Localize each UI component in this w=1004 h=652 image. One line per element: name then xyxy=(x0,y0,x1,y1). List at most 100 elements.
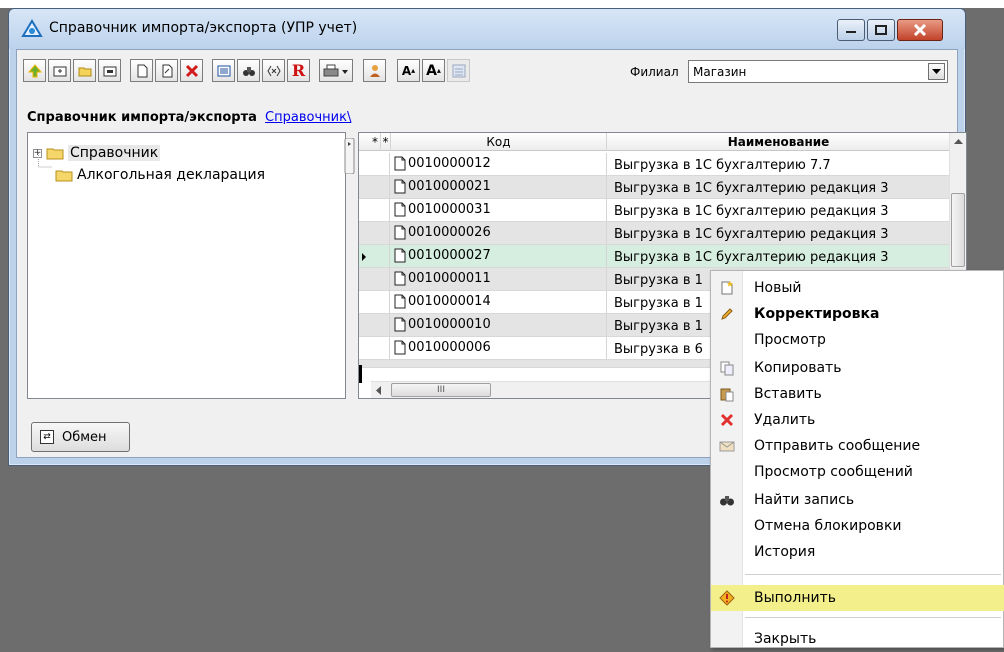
menu-item[interactable]: Закрыть xyxy=(711,626,1004,652)
close-window-button[interactable] xyxy=(897,19,943,41)
font-decrease-button[interactable]: A ▴ xyxy=(422,59,445,82)
row-mark-cell[interactable] xyxy=(370,314,390,337)
row-mark-cell[interactable] xyxy=(370,222,390,245)
menu-item[interactable]: История xyxy=(711,539,1004,565)
menu-item[interactable]: Отмена блокировки xyxy=(711,513,1004,539)
row-indicator xyxy=(359,176,370,199)
delete-icon xyxy=(185,64,198,77)
row-indicator xyxy=(359,314,370,337)
code-cell[interactable]: 0010000031 xyxy=(390,199,607,222)
table-row[interactable]: 0010000021 Выгрузка в 1С бухгалтерию реда… xyxy=(359,176,950,199)
table-row[interactable]: 0010000012 Выгрузка в 1С бухгалтерию 7.7 xyxy=(359,153,950,176)
code-cell[interactable]: 0010000014 xyxy=(390,291,607,314)
menu-item[interactable]: Новый xyxy=(711,275,1004,301)
menu-item[interactable]: Копировать xyxy=(711,355,1004,381)
new-record-button[interactable] xyxy=(130,59,153,82)
folder-icon xyxy=(55,170,73,182)
row-mark-cell[interactable] xyxy=(370,268,390,291)
code-cell[interactable]: 0010000027 xyxy=(390,245,607,268)
maximize-button[interactable] xyxy=(867,19,895,41)
arrow-up-green-icon xyxy=(27,63,42,77)
tree-item-alcohol-declaration[interactable]: Алкогольная декларация xyxy=(51,164,265,186)
menu-item-label: История xyxy=(754,544,816,560)
column-mark-1[interactable]: * xyxy=(370,133,381,151)
delete-button[interactable] xyxy=(180,59,203,82)
menu-item[interactable]: Найти запись xyxy=(711,487,1004,513)
user-button[interactable] xyxy=(363,59,386,82)
current-row-arrow-icon xyxy=(362,253,366,261)
name-cell[interactable]: Выгрузка в 1С бухгалтерию 7.7 xyxy=(612,155,950,176)
copy-icon xyxy=(719,360,735,376)
calculator-button[interactable] xyxy=(447,59,470,82)
table-row[interactable]: 0010000031 Выгрузка в 1С бухгалтерию реда… xyxy=(359,199,950,222)
print-button[interactable] xyxy=(319,59,353,82)
column-name[interactable]: Наименование xyxy=(607,133,950,151)
new-folder-button[interactable] xyxy=(48,59,71,82)
row-indicator xyxy=(359,291,370,314)
font-increase-button[interactable]: A ▴ xyxy=(397,59,420,82)
row-mark-cell[interactable] xyxy=(370,337,390,360)
menu-item-label: Новый xyxy=(754,280,802,296)
grid-header: * * Код Наименование xyxy=(359,133,950,151)
edit-folder-button[interactable] xyxy=(98,59,121,82)
horizontal-scroll-thumb[interactable]: III xyxy=(391,383,491,397)
menu-item-label: Просмотр xyxy=(754,332,826,348)
filial-value: Магазин xyxy=(693,65,747,79)
brackets-icon xyxy=(266,65,281,76)
vertical-scroll-thumb[interactable] xyxy=(951,193,965,267)
code-value: 0010000012 xyxy=(408,156,491,171)
table-row[interactable]: 0010000026 Выгрузка в 1С бухгалтерию реда… xyxy=(359,222,950,245)
list-view-button[interactable] xyxy=(212,59,235,82)
folder-add-icon xyxy=(53,66,66,76)
filter-button[interactable] xyxy=(262,59,285,82)
filial-select[interactable]: Магазин xyxy=(688,60,948,83)
name-cell[interactable]: Выгрузка в 1С бухгалтерию редакция 3 xyxy=(612,201,950,222)
app-icon xyxy=(21,19,43,37)
name-cell[interactable]: Выгрузка в 1С бухгалтерию редакция 3 xyxy=(612,178,950,199)
panel-splitter[interactable] xyxy=(344,138,356,174)
scroll-left-icon[interactable] xyxy=(373,383,385,398)
code-cell[interactable]: 0010000021 xyxy=(390,176,607,199)
menu-item[interactable]: Просмотр xyxy=(711,327,1004,353)
row-mark-cell[interactable] xyxy=(370,245,390,268)
row-mark-cell[interactable] xyxy=(370,153,390,176)
find-button[interactable] xyxy=(237,59,260,82)
menu-item-label: Найти запись xyxy=(754,492,855,508)
code-cell[interactable]: 0010000010 xyxy=(390,314,607,337)
title-bar[interactable]: Справочник импорта/экспорта (УПР учет) xyxy=(9,9,965,49)
menu-item[interactable]: Вставить xyxy=(711,381,1004,407)
menu-item[interactable]: Корректировка xyxy=(711,301,1004,327)
column-code[interactable]: Код xyxy=(391,133,607,151)
export-up-button[interactable] xyxy=(23,59,46,82)
document-icon xyxy=(137,64,147,77)
breadcrumb-link[interactable]: Справочник\ xyxy=(265,110,351,125)
table-row[interactable]: 0010000027 Выгрузка в 1С бухгалтерию реда… xyxy=(359,245,950,268)
code-cell[interactable]: 0010000012 xyxy=(390,153,607,176)
name-cell[interactable]: Выгрузка в 1С бухгалтерию редакция 3 xyxy=(612,247,950,268)
menu-item[interactable]: Выполнить xyxy=(711,585,1004,611)
edit-record-button[interactable] xyxy=(155,59,178,82)
row-mark-cell[interactable] xyxy=(370,291,390,314)
menu-item[interactable]: Удалить xyxy=(711,407,1004,433)
code-value: 0010000010 xyxy=(408,317,491,332)
code-cell[interactable]: 0010000006 xyxy=(390,337,607,360)
code-value: 0010000011 xyxy=(408,271,491,286)
report-button[interactable]: R xyxy=(287,59,310,82)
row-mark-cell[interactable] xyxy=(370,199,390,222)
code-cell[interactable]: 0010000011 xyxy=(390,268,607,291)
open-folder-button[interactable] xyxy=(73,59,96,82)
scroll-up-icon[interactable] xyxy=(951,135,966,149)
menu-item-label: Отмена блокировки xyxy=(754,518,902,534)
minimize-button[interactable] xyxy=(837,19,865,41)
name-cell[interactable]: Выгрузка в 1С бухгалтерию редакция 3 xyxy=(612,224,950,245)
tree-panel: + Справочник Алкогольная декларация xyxy=(27,132,346,399)
column-mark-2[interactable]: * xyxy=(381,133,391,151)
exchange-icon: ⇄ xyxy=(40,430,54,444)
exchange-button[interactable]: ⇄ Обмен xyxy=(31,422,130,452)
code-cell[interactable]: 0010000026 xyxy=(390,222,607,245)
code-value: 0010000014 xyxy=(408,294,491,309)
menu-item[interactable]: Просмотр сообщений xyxy=(711,459,1004,485)
menu-item[interactable]: Отправить сообщение xyxy=(711,433,1004,459)
row-mark-cell[interactable] xyxy=(370,176,390,199)
filial-dropdown-button[interactable] xyxy=(928,63,945,80)
